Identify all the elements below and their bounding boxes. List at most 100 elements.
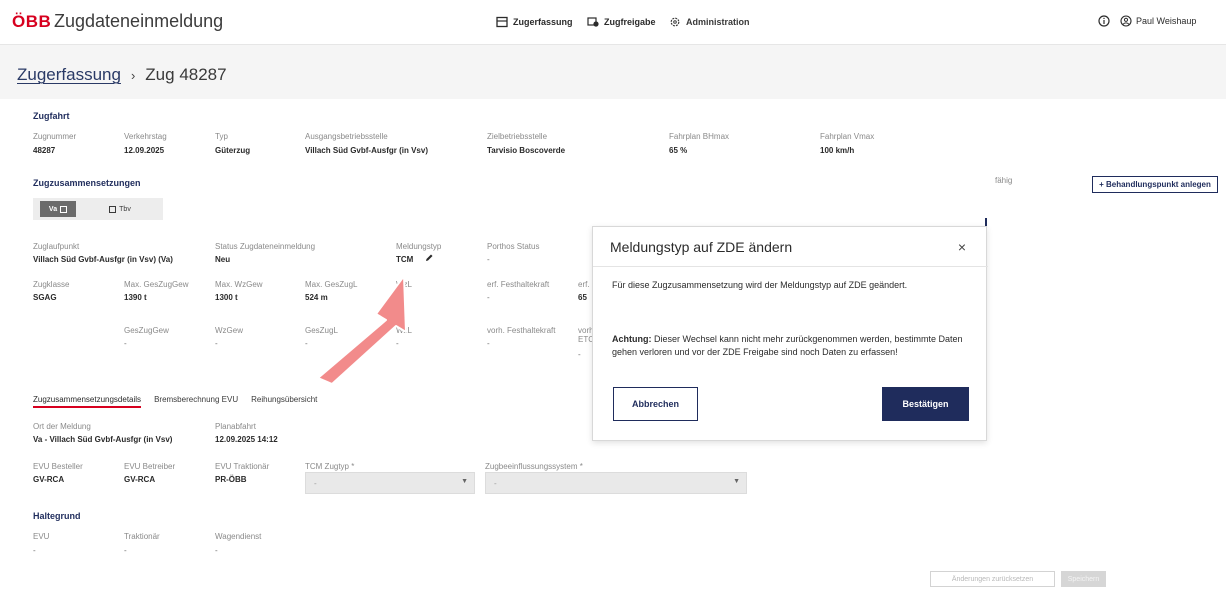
oebb-logo[interactable]: ÖBB	[12, 12, 51, 32]
station-tab-bar: Va Tbv	[33, 198, 163, 220]
breadcrumb-current: Zug 48287	[145, 65, 227, 84]
warning-label: Achtung:	[612, 334, 652, 344]
dialog-divider	[593, 266, 988, 267]
field-label: Fahrplan Vmax	[820, 132, 875, 141]
select-placeholder: -	[494, 479, 497, 488]
field-value: -	[487, 293, 490, 302]
detail-tabs: Zugzusammensetzungsdetails Bremsberechnu…	[33, 395, 317, 408]
field-value: -	[305, 339, 308, 348]
app-title: Zugdateneinmeldung	[54, 11, 224, 31]
field-value: 12.09.2025	[124, 146, 165, 155]
field-value: PR-ÖBB	[215, 475, 247, 484]
station-tab-label: Va	[48, 205, 58, 213]
cancel-button[interactable]: Abbrechen	[613, 387, 698, 421]
tcm-zugtyp-select[interactable]: - ▼	[305, 472, 475, 494]
field-label: Zugklasse	[33, 280, 70, 289]
field-label: EVU Traktionär	[215, 462, 270, 471]
field-label: erf.	[578, 280, 590, 289]
field-label: Ort der Meldung	[33, 422, 91, 431]
nav-zugerfassung[interactable]: Zugerfassung	[496, 16, 573, 28]
field-label: Zuglaufpunkt	[33, 242, 80, 251]
field-value: Villach Süd Gvbf-Ausfgr (in Vsv) (Va)	[33, 255, 173, 264]
field-label: Zugbeeinflussungssystem *	[485, 462, 583, 471]
station-tab-va[interactable]: Va	[40, 201, 76, 217]
reset-changes-button[interactable]: Änderungen zurücksetzen	[930, 571, 1055, 587]
nav-label: Zugfreigabe	[604, 17, 656, 27]
field-label: GesZugGew	[124, 326, 169, 335]
dialog-title: Meldungstyp auf ZDE ändern	[610, 239, 793, 255]
breadcrumb-band: Zugerfassung › Zug 48287	[0, 45, 1226, 99]
field-value: -	[33, 546, 36, 555]
breadcrumb-separator: ›	[130, 67, 136, 83]
user-menu[interactable]: Paul Weishaup	[1120, 15, 1196, 27]
field-label: WzL	[396, 326, 412, 335]
field-label: Fahrplan BHmax	[669, 132, 730, 141]
field-value: GV-RCA	[124, 475, 156, 484]
close-icon[interactable]: ×	[958, 239, 966, 255]
field-label: Ausgangsbetriebsstelle	[305, 132, 388, 141]
field-value: -	[396, 339, 399, 348]
field-label: Meldungstyp	[396, 242, 442, 251]
edit-pencil-icon[interactable]	[424, 253, 434, 263]
field-value: 48287	[33, 146, 56, 155]
nav-zugfreigabe[interactable]: Zugfreigabe	[587, 16, 656, 28]
field-value: -	[215, 546, 218, 555]
field-value: Neu	[215, 255, 231, 264]
breadcrumb-link-zugerfassung[interactable]: Zugerfassung	[17, 65, 121, 85]
field-value: 12.09.2025 14:12	[215, 435, 278, 444]
breadcrumb: Zugerfassung › Zug 48287	[17, 65, 227, 85]
field-value: Tarvisio Boscoverde	[487, 146, 566, 155]
field-label: erf. Festhaltekraft	[487, 280, 550, 289]
save-button[interactable]: Speichern	[1061, 571, 1106, 587]
select-placeholder: -	[314, 479, 317, 488]
field-label: Traktionär	[124, 532, 160, 541]
add-behandlungspunkt-button[interactable]: + Behandlungspunkt anlegen	[1092, 176, 1218, 193]
user-avatar-icon	[1120, 15, 1132, 27]
field-label: Max. GesZugGew	[124, 280, 189, 289]
field-value: Güterzug	[215, 146, 251, 155]
field-value: Villach Süd Gvbf-Ausfgr (in Vsv)	[305, 146, 428, 155]
field-value: 1390 t	[124, 293, 147, 302]
field-value: m	[396, 293, 404, 302]
field-label: Verkehrstag	[124, 132, 167, 141]
zugbeeinflussungssystem-select[interactable]: - ▼	[485, 472, 747, 494]
field-value: 524 m	[305, 293, 328, 302]
meldungstyp-value: TCM	[396, 255, 414, 264]
field-label: Planabfahrt	[215, 422, 256, 431]
field-label: Max. WzGew	[215, 280, 263, 289]
calendar-icon	[60, 205, 68, 213]
nav-administration[interactable]: Administration	[669, 16, 750, 28]
field-label: Porthos Status	[487, 242, 540, 251]
field-label: Wagendienst	[215, 532, 262, 541]
dialog-warning: Achtung: Dieser Wechsel kann nicht mehr …	[612, 333, 977, 359]
field-label: Typ	[215, 132, 228, 141]
field-label: WzL	[396, 280, 412, 289]
gear-icon	[670, 17, 680, 27]
field-value: 65 %	[669, 146, 688, 155]
tab-bremsberechnung-evu[interactable]: Bremsberechnung EVU	[154, 395, 238, 408]
field-value: 65	[578, 293, 587, 302]
field-label: EVU Betreiber	[124, 462, 176, 471]
field-label: EVU Besteller	[33, 462, 83, 471]
field-label: EVU	[33, 532, 50, 541]
field-value: -	[578, 350, 581, 359]
info-icon	[1098, 15, 1110, 27]
field-value: -	[124, 546, 127, 555]
chevron-down-icon: ▼	[733, 478, 740, 485]
field-label-cutoff: fähig	[995, 176, 1013, 185]
change-messagetype-dialog: Meldungstyp auf ZDE ändern × Für diese Z…	[592, 226, 988, 441]
info-button[interactable]	[1098, 15, 1110, 27]
field-label: Zugnummer	[33, 132, 77, 141]
field-label: WzGew	[215, 326, 243, 335]
field-label: Max. GesZugL	[305, 280, 358, 289]
nav-label: Administration	[686, 17, 750, 27]
field-value: SGAG	[33, 293, 57, 302]
field-label: vorh. Festhaltekraft	[487, 326, 556, 335]
station-tab-label: Tbv	[119, 205, 131, 213]
confirm-button[interactable]: Bestätigen	[882, 387, 969, 421]
calendar-icon	[109, 205, 117, 213]
station-tab-tbv[interactable]: Tbv	[95, 201, 145, 217]
tab-reihungsuebersicht[interactable]: Reihungsübersicht	[251, 395, 317, 408]
chevron-down-icon: ▼	[461, 478, 468, 485]
tab-zugzusammensetzungsdetails[interactable]: Zugzusammensetzungsdetails	[33, 395, 142, 408]
